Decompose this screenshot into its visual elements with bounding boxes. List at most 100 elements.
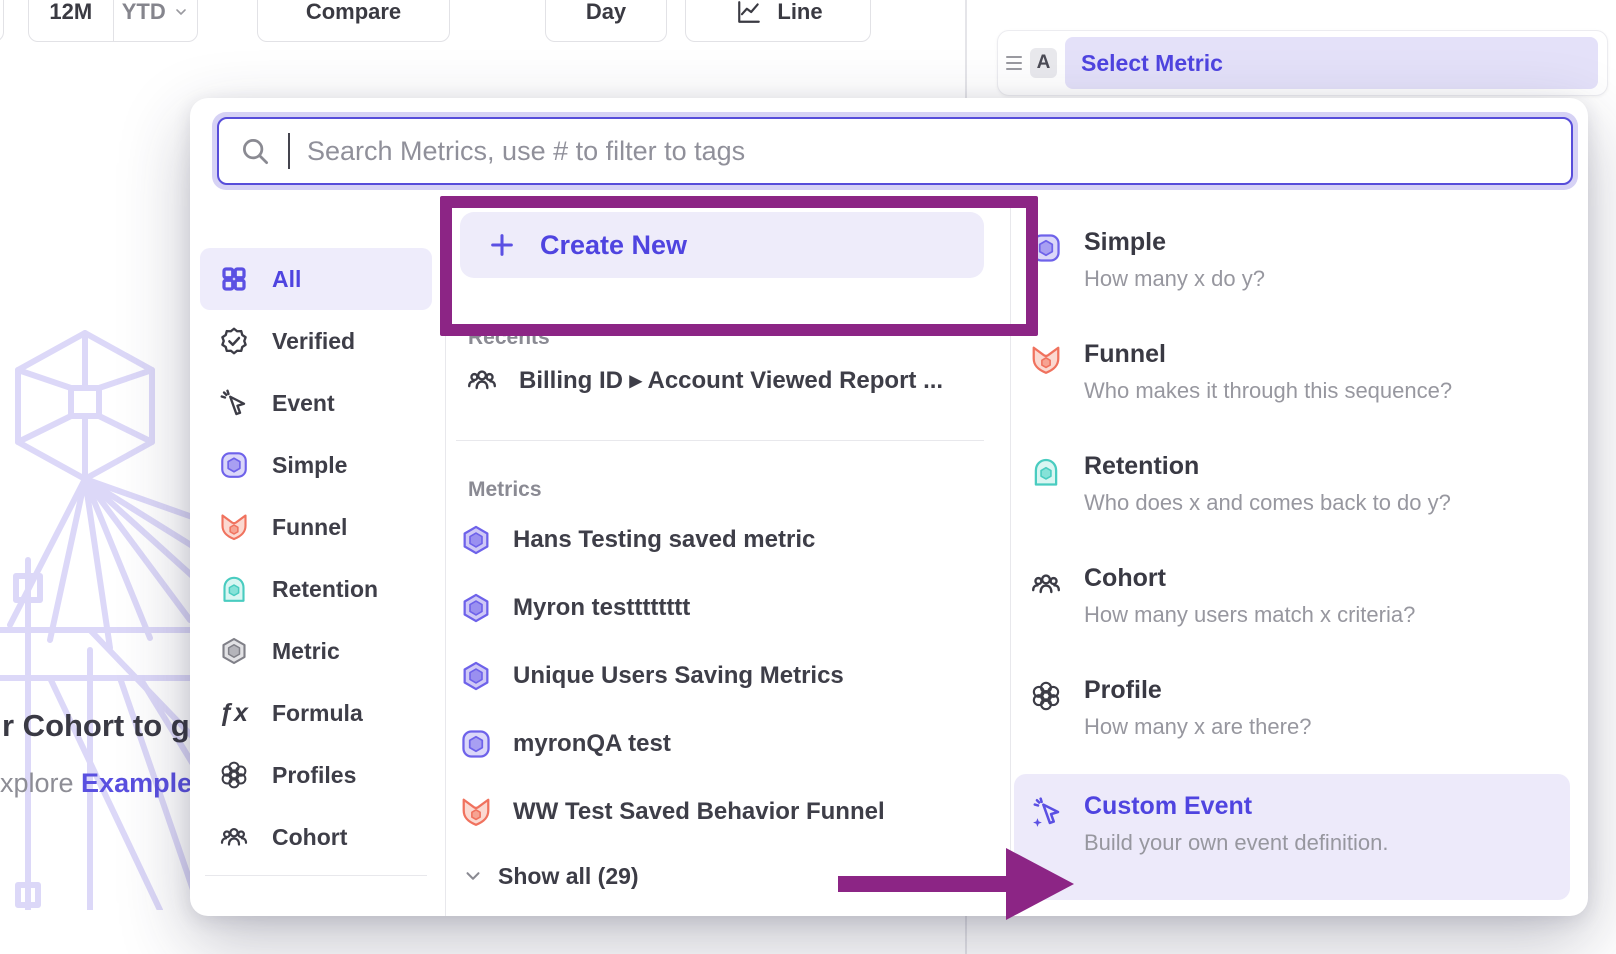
sidebar-item-label: Metric — [272, 638, 340, 665]
metric-list-item[interactable]: Myron testttttttt — [460, 574, 984, 642]
metric-type-funnel[interactable]: Funnel Who makes it through this sequence… — [1014, 328, 1570, 428]
metric-item-label: Unique Users Saving Metrics — [513, 662, 844, 690]
empty-state-headline-fragment: r Cohort to ge — [2, 708, 207, 744]
sidebar-item-label: Cohort — [272, 824, 347, 851]
cohort-icon — [1030, 568, 1062, 600]
simple-icon — [460, 728, 492, 760]
search-focus-ring: Search Metrics, use # to filter to tags — [212, 112, 1578, 190]
recent-item-label: Billing ID ▸ Account Viewed Report ... — [519, 366, 943, 395]
metric-item-label: WW Test Saved Behavior Funnel — [513, 798, 885, 826]
funnel-icon — [1030, 344, 1062, 376]
tag-icon — [218, 913, 250, 916]
type-title: Custom Event — [1084, 794, 1389, 819]
funnel-icon — [460, 796, 492, 828]
sidebar-item-simple[interactable]: Simple — [200, 434, 432, 496]
sidebar-item-profiles[interactable]: Profiles — [200, 744, 432, 806]
compare-button[interactable]: Compare — [257, 0, 450, 42]
type-description: Who makes it through this sequence? — [1084, 380, 1452, 402]
sidebar-item-label: T — [272, 916, 286, 917]
type-description: How many users match x criteria? — [1084, 604, 1415, 626]
chevron-down-icon — [462, 860, 484, 892]
sidebar-item-label: Event — [272, 390, 335, 417]
metric-row-badge: A — [1030, 48, 1057, 78]
text-cursor — [288, 133, 290, 169]
sidebar-item-cohort[interactable]: Cohort — [200, 806, 432, 868]
custom-event-icon — [1030, 796, 1062, 828]
screen: 12M YTD Compare Day Line A Select Metric… — [0, 0, 1616, 954]
sidebar-item-retention[interactable]: Retention — [200, 558, 432, 620]
metrics-label: Metrics — [468, 478, 542, 502]
sidebar-divider — [205, 875, 427, 876]
sidebar-item-verified[interactable]: Verified — [200, 310, 432, 372]
sidebar-item-funnel[interactable]: Funnel — [200, 496, 432, 558]
metric-type-custom-event[interactable]: Custom Event Build your own event definit… — [1014, 774, 1570, 900]
sidebar-item-event[interactable]: Event — [200, 372, 432, 434]
simple-icon — [218, 449, 250, 481]
retention-icon — [1030, 456, 1062, 488]
profiles-icon — [1030, 680, 1062, 712]
cohort-icon — [218, 821, 250, 853]
recent-item[interactable]: Billing ID ▸ Account Viewed Report ... — [466, 350, 990, 410]
annotation-arrow — [828, 842, 1080, 926]
metric-list-item[interactable]: myronQA test — [460, 710, 984, 778]
background-illustration — [0, 330, 200, 910]
explore-line-fragment: xplore Example R — [0, 768, 219, 799]
range-ytd-button[interactable]: YTD — [113, 0, 198, 41]
sidebar-item-label: Verified — [272, 328, 355, 355]
metric-item-label: Myron testttttttt — [513, 594, 690, 622]
type-title: Funnel — [1084, 342, 1452, 367]
hexagon-icon — [460, 524, 492, 556]
cohort-icon — [466, 364, 498, 396]
type-title: Retention — [1084, 454, 1451, 479]
type-description: Who does x and comes back to do y? — [1084, 492, 1451, 514]
date-range-group: 12M YTD — [28, 0, 198, 42]
type-title: Simple — [1084, 230, 1265, 255]
chart-type-line-button[interactable]: Line — [685, 0, 871, 42]
metric-type-retention[interactable]: Retention Who does x and comes back to do… — [1014, 440, 1570, 540]
range-12m-button[interactable]: 12M — [29, 0, 113, 41]
hexagon-icon — [460, 592, 492, 624]
type-title: Cohort — [1084, 566, 1415, 591]
metric-type-profile[interactable]: Profile How many x are there? — [1014, 664, 1570, 764]
metric-list-item[interactable]: Hans Testing saved metric — [460, 506, 984, 574]
metric-type-cohort[interactable]: Cohort How many users match x criteria? — [1014, 552, 1570, 652]
metric-list-item[interactable]: WW Test Saved Behavior Funnel — [460, 778, 984, 846]
sidebar-item-overflow[interactable]: T — [200, 898, 432, 916]
grid-icon — [218, 263, 250, 295]
type-title: Profile — [1084, 678, 1311, 703]
search-placeholder: Search Metrics, use # to filter to tags — [307, 136, 745, 167]
sidebar-item-label: All — [272, 266, 301, 293]
sidebar-item-label: Profiles — [272, 762, 356, 789]
divider — [456, 440, 984, 441]
line-chart-icon — [733, 0, 765, 28]
metric-type-simple[interactable]: Simple How many x do y? — [1014, 216, 1570, 316]
metric-item-label: Hans Testing saved metric — [513, 526, 815, 554]
type-description: How many x are there? — [1084, 716, 1311, 738]
chevron-down-icon — [173, 0, 189, 28]
sidebar-item-all[interactable]: All — [200, 248, 432, 310]
sidebar-item-label: Formula — [272, 700, 363, 727]
metric-item-label: myronQA test — [513, 730, 671, 758]
metric-query-row: A Select Metric — [997, 30, 1608, 96]
select-metric-field[interactable]: Select Metric — [1065, 37, 1598, 89]
sidebar-item-formula[interactable]: ƒx Formula — [200, 682, 432, 744]
hexagon-icon — [460, 660, 492, 692]
funnel-icon — [218, 511, 250, 543]
retention-icon — [218, 573, 250, 605]
verified-icon — [218, 325, 250, 357]
sidebar-item-label: Retention — [272, 576, 378, 603]
type-description: How many x do y? — [1084, 268, 1265, 290]
drag-handle-icon[interactable] — [1006, 56, 1022, 70]
profiles-icon — [218, 759, 250, 791]
granularity-day-button[interactable]: Day — [545, 0, 667, 42]
sidebar-item-metric[interactable]: Metric — [200, 620, 432, 682]
type-description: Build your own event definition. — [1084, 832, 1389, 854]
metric-list-item[interactable]: Unique Users Saving Metrics — [460, 642, 984, 710]
metric-icon — [218, 635, 250, 667]
partial-button-left-edge[interactable] — [0, 0, 4, 42]
annotation-highlight-box — [440, 196, 1038, 336]
sidebar-item-label: Simple — [272, 452, 347, 479]
formula-icon: ƒx — [218, 697, 250, 729]
event-icon — [218, 387, 250, 419]
search-input[interactable]: Search Metrics, use # to filter to tags — [217, 117, 1573, 185]
